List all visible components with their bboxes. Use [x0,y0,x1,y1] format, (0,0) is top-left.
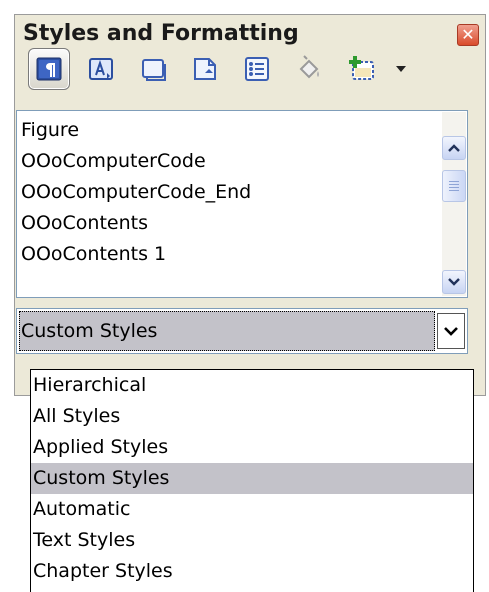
page-styles-icon [194,58,216,80]
close-button[interactable]: ✕ [457,24,479,46]
filter-option-all-styles[interactable]: All Styles [31,401,473,432]
style-list[interactable]: Figure OOoComputerCode OOoComputerCode_E… [16,110,468,298]
style-filter-dropdown-button[interactable] [437,313,465,349]
filter-option-applied-styles[interactable]: Applied Styles [31,432,473,463]
filter-option-text-styles[interactable]: Text Styles [31,525,473,556]
filter-option-chapter-styles[interactable]: Chapter Styles [31,556,473,587]
list-item[interactable]: OOoComputerCode [21,146,251,177]
list-styles-button[interactable] [236,48,278,90]
dropdown-triangle-icon [396,66,406,72]
scroll-down-button[interactable] [442,270,466,294]
chevron-down-icon [448,278,460,286]
filter-option-automatic[interactable]: Automatic [31,494,473,525]
style-filter-options: Hierarchical All Styles Applied Styles C… [30,369,474,592]
list-item[interactable]: OOoContents 1 [21,239,251,270]
scroll-thumb[interactable] [442,170,466,202]
style-list-items: Figure OOoComputerCode OOoComputerCode_E… [21,115,251,270]
style-filter-value: Custom Styles [19,311,435,351]
filter-option-hierarchical[interactable]: Hierarchical [31,370,473,401]
paragraph-styles-icon [36,57,62,81]
toolbar-menu-button[interactable] [386,48,416,90]
page-styles-button[interactable] [184,48,226,90]
paint-bucket-icon [299,55,319,79]
character-styles-icon [89,58,113,80]
chevron-up-icon [448,144,460,152]
style-category-toolbar [14,48,466,94]
frame-styles-button[interactable] [132,48,174,90]
list-item[interactable]: OOoContents [21,208,251,239]
list-item[interactable]: OOoComputerCode_End [21,177,251,208]
paragraph-styles-button[interactable] [28,48,70,90]
style-filter-select[interactable]: Custom Styles [16,308,468,354]
frame-styles-icon [142,59,166,81]
list-styles-icon [245,57,269,81]
panel-title: Styles and Formatting [23,21,299,46]
scroll-up-button[interactable] [442,136,466,160]
new-style-icon [349,56,374,80]
vertical-scrollbar[interactable] [442,112,466,296]
fill-format-mode-button[interactable] [288,48,330,90]
character-styles-button[interactable] [80,48,122,90]
list-item[interactable]: Figure [21,115,251,146]
chevron-down-icon [444,326,458,336]
filter-option-custom-styles[interactable]: Custom Styles [31,463,473,494]
new-style-from-selection-button[interactable] [340,48,382,90]
